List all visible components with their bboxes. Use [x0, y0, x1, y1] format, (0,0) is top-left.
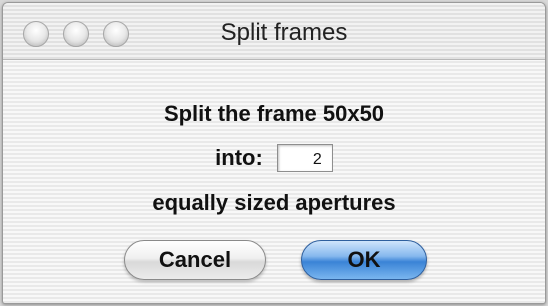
dialog-content: Split the frame 50x50 into: equally size… [3, 60, 545, 303]
split-frame-label: Split the frame 50x50 [163, 101, 385, 126]
cancel-button[interactable]: Cancel [124, 240, 266, 280]
title-bar: Split frames [3, 3, 545, 60]
into-label: into: [215, 145, 263, 170]
into-row: into: [3, 144, 545, 172]
aperture-count-input[interactable] [276, 144, 333, 172]
ok-button[interactable]: OK [301, 240, 427, 280]
window-title: Split frames [220, 19, 348, 46]
apertures-label: equally sized apertures [152, 190, 396, 215]
split-frames-dialog: Split frames Split the frame 50x50 into:… [2, 2, 546, 304]
